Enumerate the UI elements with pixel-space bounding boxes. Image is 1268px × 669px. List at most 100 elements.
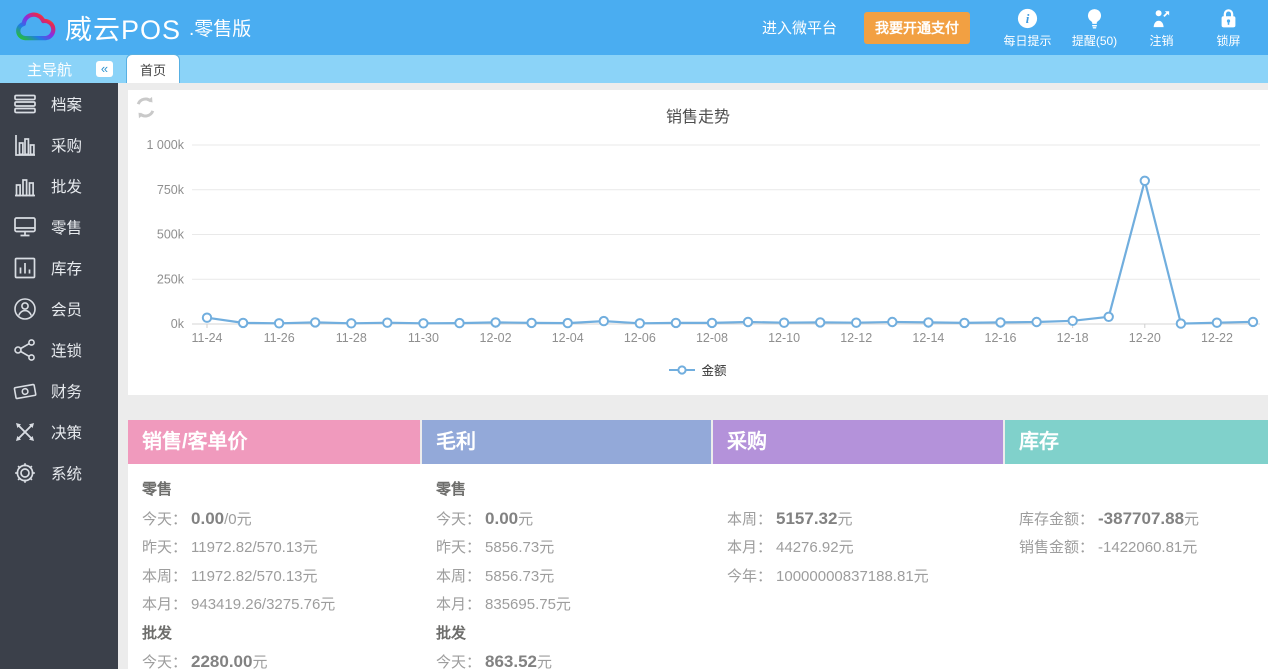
svg-text:12-14: 12-14: [912, 331, 944, 345]
action-label: 提醒(50): [1071, 33, 1118, 48]
stat-value: 10000000837188.81元: [776, 567, 929, 585]
nav-header: 主导航 «: [0, 55, 118, 83]
open-payment-button[interactable]: 我要开通支付: [864, 11, 970, 44]
sidebar-item-label: 零售: [51, 219, 83, 237]
logout-icon: [1150, 7, 1173, 30]
stat-row: 今天： 0.00元: [436, 505, 713, 535]
action-label: 注销: [1149, 33, 1174, 48]
sidebar-item-label: 批发: [51, 178, 83, 196]
stats-column-sales-per-ticket: 零售 今天： 0.00/0元 昨天： 11972.82/570.13元 本周： 11972.…: [128, 464, 422, 669]
svg-text:12-12: 12-12: [840, 331, 872, 345]
sidebar-item-purchasing[interactable]: 采购: [0, 124, 118, 165]
stat-subheading: [727, 476, 1005, 505]
stat-row: 今天： 0.00/0元: [142, 505, 422, 535]
sales-trend-card: 销售走势 0k 250k 500k 750k 1 000k 11-24 11-26 11-28…: [128, 90, 1268, 395]
stat-row: 本周： 5157.32元: [727, 505, 1005, 535]
stat-label: 本月：: [727, 539, 773, 556]
stat-value: -1422060.81元: [1098, 539, 1198, 556]
summary-stats: 零售 今天： 0.00/0元 昨天： 11972.82/570.13元 本周： 11972.…: [128, 464, 1268, 669]
sidebar-item-retail[interactable]: 零售: [0, 206, 118, 247]
wholesale-chart-icon: [12, 173, 38, 199]
weiplatform-link[interactable]: 进入微平台: [762, 17, 837, 38]
sidebar-item-label: 连锁: [51, 342, 83, 360]
stat-label: 昨天：: [436, 539, 482, 556]
inventory-bars-icon: [12, 255, 38, 281]
gear-icon: [12, 460, 38, 486]
sidebar-item-label: 财务: [51, 383, 83, 401]
stat-value: 943419.26/3275.76元: [191, 596, 336, 613]
stat-value: 11972.82/570.13元: [191, 567, 318, 585]
stat-row: 今天： 863.52元: [436, 648, 713, 669]
sidebar-item-label: 采购: [51, 137, 83, 155]
stat-value: 元: [252, 654, 268, 669]
stat-label: 本周：: [436, 567, 482, 585]
stat-value-strong: -387707.88: [1098, 508, 1185, 528]
sidebar-item-archives[interactable]: 档案: [0, 83, 118, 124]
sidebar-item-chain-stores[interactable]: 连锁: [0, 329, 118, 370]
rainbow-cloud-logo-icon: [12, 10, 58, 45]
sidebar-item-wholesale[interactable]: 批发: [0, 165, 118, 206]
sidebar-item-label: 会员: [51, 301, 83, 319]
stat-value: 元: [518, 510, 534, 528]
action-reminder[interactable]: 提醒(50): [1061, 7, 1128, 49]
info-icon: i: [1016, 7, 1039, 30]
sidebar-item-label: 档案: [51, 96, 83, 114]
collapse-sidebar-button[interactable]: «: [96, 61, 113, 77]
stat-label: 本月：: [436, 596, 482, 613]
action-daily-tips[interactable]: i 每日提示: [994, 7, 1061, 49]
stat-value-strong: 863.52: [485, 652, 538, 669]
svg-text:750k: 750k: [157, 183, 185, 197]
svg-text:i: i: [1026, 11, 1030, 26]
action-label: 锁屏: [1216, 33, 1241, 48]
stats-column-gross-profit: 零售 今天： 0.00元 昨天： 5856.73元 本周： 5856.73元 本月： 83569…: [422, 464, 713, 669]
stat-label: 本周：: [727, 510, 773, 528]
stat-row: 本月： 44276.92元: [727, 534, 1005, 563]
stat-subheading: 批发: [142, 624, 173, 642]
brand-title: 威云POS: [65, 15, 182, 45]
sidebar-item-members[interactable]: 会员: [0, 288, 118, 329]
action-label: 每日提示: [1003, 33, 1052, 48]
action-logout[interactable]: 注销: [1128, 7, 1195, 49]
tab-home[interactable]: 首页: [126, 54, 181, 83]
sidebar-item-system[interactable]: 系统: [0, 452, 118, 493]
legend-marker-icon: [669, 364, 696, 375]
stat-value: 元: [1184, 510, 1200, 528]
banknote-icon: [12, 378, 38, 404]
panel-header-inventory: 库存: [1005, 420, 1268, 464]
summary-panel-headers: 销售/客单价 毛利 采购 库存: [128, 420, 1268, 464]
stat-label: 今天：: [142, 510, 188, 528]
sidebar-item-label: 系统: [51, 465, 83, 483]
stat-label: 今年：: [727, 567, 773, 585]
brand: 威云POS .零售版: [12, 8, 251, 47]
stat-label: 今天：: [436, 510, 482, 528]
svg-text:11-30: 11-30: [408, 331, 439, 345]
stat-label: 本月：: [142, 596, 188, 613]
sidebar-item-inventory[interactable]: 库存: [0, 247, 118, 288]
tab-strip: 首页: [118, 54, 1268, 83]
sidebar-item-finance[interactable]: 财务: [0, 370, 118, 411]
stat-value: 5856.73元: [485, 567, 555, 585]
main-content: 销售走势 0k 250k 500k 750k 1 000k 11-24 11-26 11-28…: [118, 83, 1268, 669]
stat-value-strong: 0.00: [485, 508, 519, 528]
purchase-chart-icon: [12, 132, 38, 158]
svg-text:11-24: 11-24: [191, 331, 222, 345]
nav-title: 主导航: [27, 61, 73, 79]
svg-text:12-18: 12-18: [1057, 331, 1089, 345]
stat-value: /0元: [224, 510, 252, 528]
stat-value: 元: [837, 510, 853, 528]
svg-text:11-28: 11-28: [336, 331, 367, 345]
svg-text:12-10: 12-10: [768, 331, 800, 345]
legend-item-amount[interactable]: 金额: [128, 360, 1268, 379]
action-lock-screen[interactable]: 锁屏: [1195, 7, 1262, 49]
svg-text:12-20: 12-20: [1129, 331, 1161, 345]
legend-label: 金额: [701, 364, 727, 378]
lock-icon: [1217, 7, 1240, 30]
sidebar-item-decision[interactable]: 决策: [0, 411, 118, 452]
panel-header-sales-per-ticket: 销售/客单价: [128, 420, 420, 464]
stat-row: 今天： 2280.00元: [142, 648, 422, 669]
bulb-icon: [1083, 7, 1106, 30]
svg-text:12-04: 12-04: [552, 331, 584, 345]
sidebar-item-label: 库存: [51, 260, 83, 278]
svg-text:12-08: 12-08: [696, 331, 728, 345]
stat-label: 销售金额：: [1019, 539, 1095, 556]
